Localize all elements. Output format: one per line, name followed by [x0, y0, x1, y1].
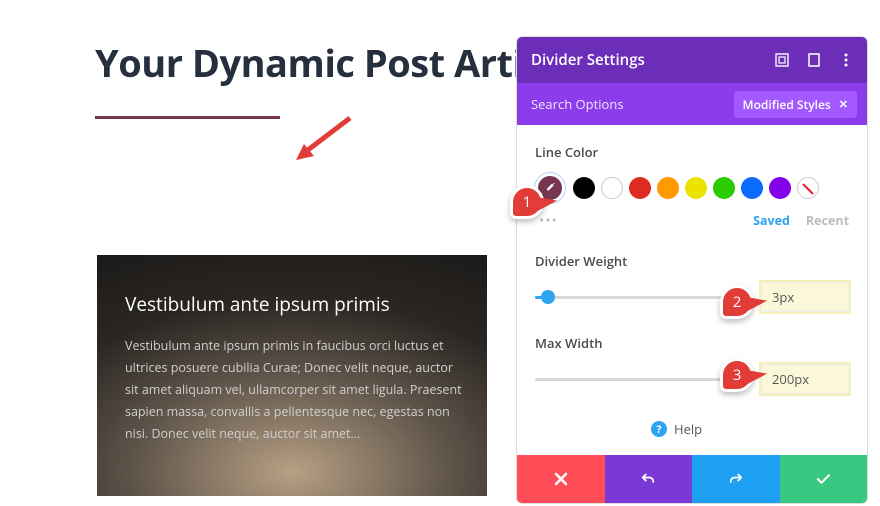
- divider-weight-label: Divider Weight: [535, 252, 849, 270]
- search-row: Search Options Modified Styles ✕: [517, 83, 867, 125]
- confirm-button[interactable]: [780, 455, 868, 503]
- swatch-black[interactable]: [573, 177, 595, 199]
- rectangle-icon[interactable]: [807, 53, 821, 67]
- redo-icon: [727, 470, 745, 488]
- settings-panel: Divider Settings Search Options Modified…: [516, 36, 868, 504]
- undo-icon: [639, 470, 657, 488]
- card-text: Vestibulum ante ipsum primis in faucibus…: [125, 335, 463, 444]
- saved-tab[interactable]: Saved: [753, 212, 790, 229]
- recent-tab[interactable]: Recent: [806, 212, 849, 229]
- panel-title: Divider Settings: [531, 50, 645, 70]
- panel-header: Divider Settings: [517, 37, 867, 83]
- swatch-orange[interactable]: [657, 177, 679, 199]
- line-color-label: Line Color: [535, 143, 849, 161]
- help-link[interactable]: ? Help: [651, 420, 849, 438]
- annotation-3: 3: [720, 358, 754, 392]
- filter-tag[interactable]: Modified Styles ✕: [734, 91, 857, 118]
- expand-icon[interactable]: [775, 53, 789, 67]
- maxwidth-slider[interactable]: [535, 378, 747, 381]
- redo-button[interactable]: [692, 455, 780, 503]
- annotation-2: 2: [720, 285, 754, 319]
- help-icon: ?: [651, 421, 667, 437]
- annotation-1: 1: [510, 185, 544, 219]
- kebab-icon[interactable]: [839, 53, 853, 67]
- panel-footer: [517, 455, 867, 503]
- check-icon: [814, 470, 832, 488]
- card-title: Vestibulum ante ipsum primis: [125, 291, 463, 317]
- filter-tag-label: Modified Styles: [743, 96, 831, 113]
- annotation-arrow: [290, 108, 360, 178]
- divider-preview: [95, 116, 280, 119]
- slider-thumb[interactable]: [541, 290, 555, 304]
- swatch-purple[interactable]: [769, 177, 791, 199]
- max-width-label: Max Width: [535, 334, 849, 352]
- swatch-none[interactable]: [797, 177, 819, 199]
- maxwidth-input[interactable]: 200px: [761, 364, 849, 394]
- eyedropper-icon: [543, 181, 557, 195]
- swatch-yellow[interactable]: [685, 177, 707, 199]
- search-input[interactable]: Search Options: [531, 95, 624, 113]
- swatch-blue[interactable]: [741, 177, 763, 199]
- swatch-red[interactable]: [629, 177, 651, 199]
- close-icon[interactable]: ✕: [839, 97, 848, 112]
- weight-slider[interactable]: [535, 296, 747, 299]
- swatch-green[interactable]: [713, 177, 735, 199]
- swatch-white[interactable]: [601, 177, 623, 199]
- help-label: Help: [674, 420, 702, 438]
- close-icon: [553, 471, 569, 487]
- color-swatches: [535, 173, 849, 203]
- undo-button[interactable]: [605, 455, 693, 503]
- post-card: Vestibulum ante ipsum primis Vestibulum …: [97, 255, 487, 496]
- cancel-button[interactable]: [517, 455, 605, 503]
- weight-input[interactable]: 3px: [761, 282, 849, 312]
